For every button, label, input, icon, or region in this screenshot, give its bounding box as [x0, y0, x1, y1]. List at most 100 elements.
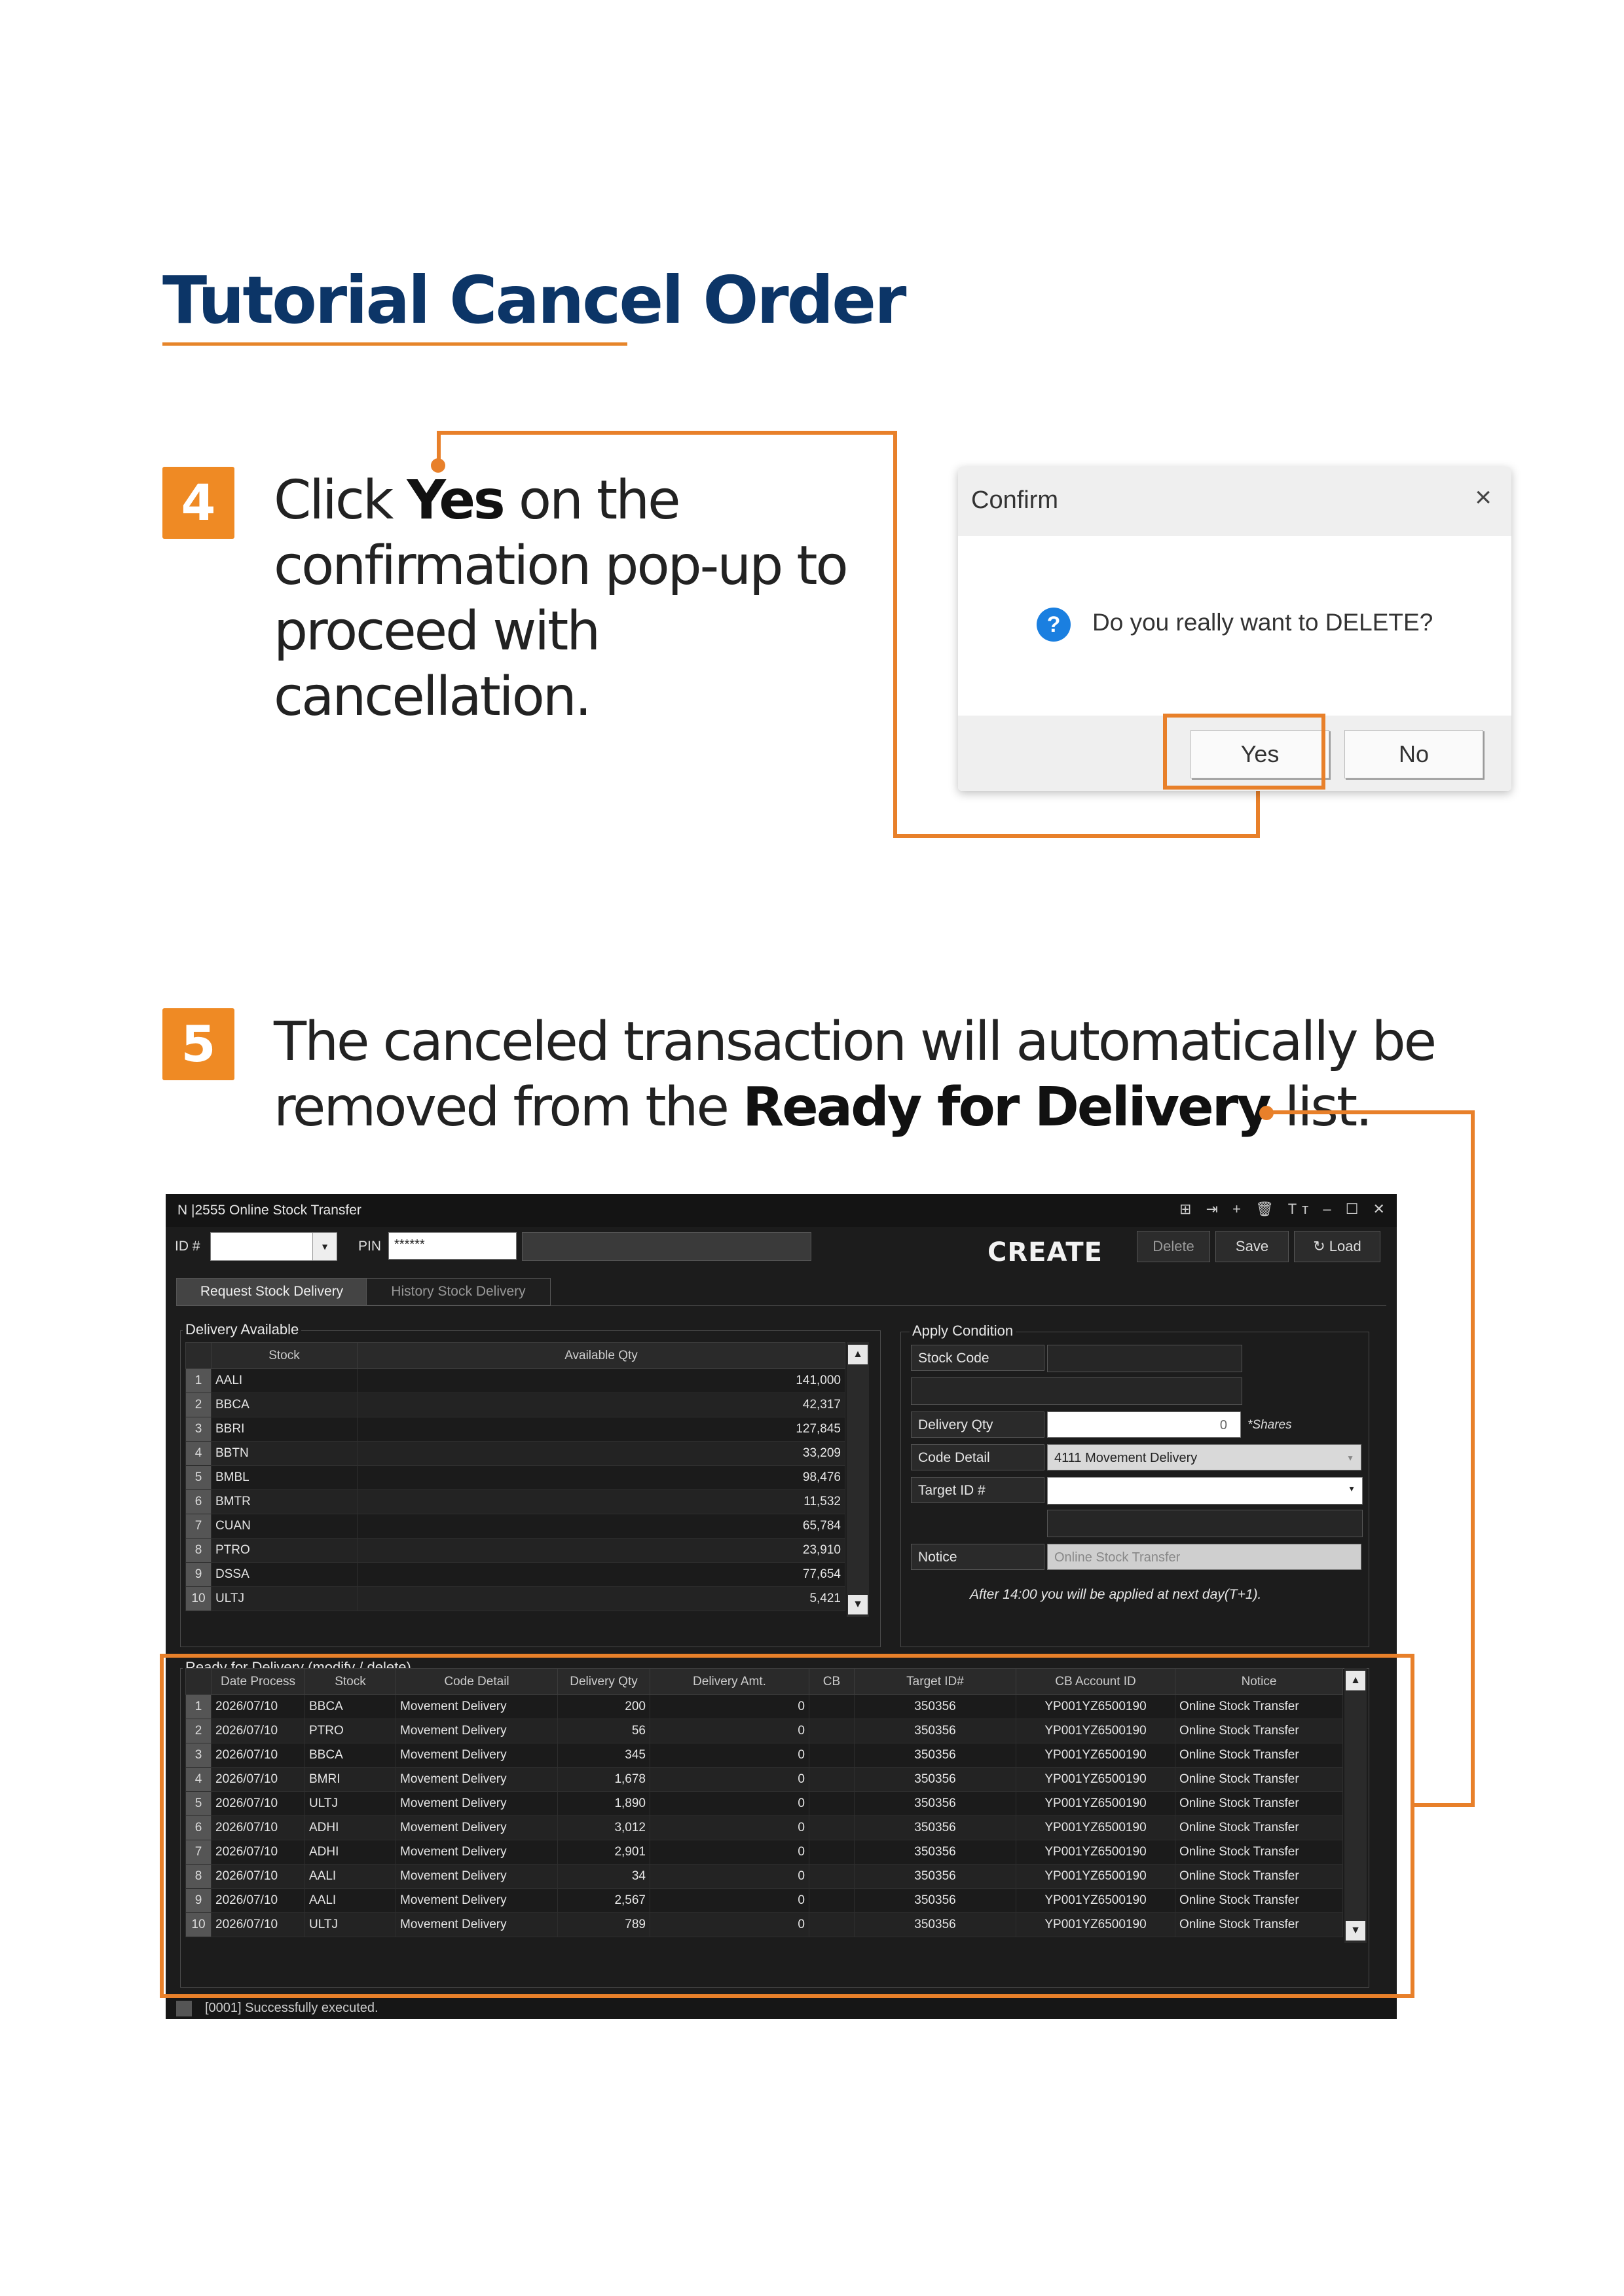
question-icon: ? [1037, 608, 1071, 642]
table-cell: 98,476 [357, 1465, 845, 1490]
no-button[interactable]: No [1344, 730, 1483, 778]
table-cell: 77,654 [357, 1562, 845, 1587]
notice-label: Notice [911, 1544, 1044, 1570]
table-cell: 11,532 [357, 1489, 845, 1514]
window-titlebar: N |2555 Online Stock Transfer ⊞ ⇥ + 🗑 Tт… [166, 1194, 1397, 1227]
dialog-header: Confirm × [958, 467, 1511, 536]
table-row[interactable]: 4 BBTN 33,209 [185, 1441, 845, 1466]
tab-history-stock-delivery[interactable]: History Stock Delivery [366, 1278, 551, 1305]
shares-unit-label: *Shares [1247, 1418, 1292, 1432]
delivery-available-title: Delivery Available [183, 1321, 302, 1338]
load-button[interactable]: ↻ Load [1294, 1231, 1380, 1262]
id-select[interactable]: ▼ [210, 1232, 337, 1261]
target-id-name-field [1047, 1510, 1363, 1537]
yes-highlight [1163, 714, 1325, 790]
cutoff-note: After 14:00 you will be applied at next … [970, 1587, 1262, 1602]
table-row[interactable]: 5 BMBL 98,476 [185, 1465, 845, 1490]
table-row[interactable]: 9 DSSA 77,654 [185, 1562, 845, 1587]
window-controls-icon[interactable]: ⊞ ⇥ + 🗑 Tт – ☐ ✕ [1179, 1201, 1390, 1218]
table-cell: 5,421 [357, 1586, 845, 1611]
delivery-qty-input[interactable]: 0 [1047, 1412, 1241, 1438]
table-row[interactable]: 1 AALI 141,000 [185, 1368, 845, 1393]
step-5-badge: 5 [162, 1008, 234, 1080]
row-number: 9 [185, 1562, 212, 1587]
status-icon [176, 2001, 192, 2016]
table-cell: ULTJ [211, 1586, 358, 1611]
table-cell: BBTN [211, 1441, 358, 1466]
notice-input[interactable]: Online Stock Transfer [1047, 1544, 1361, 1570]
stock-code-input[interactable] [1047, 1345, 1242, 1372]
table-cell: 23,910 [357, 1538, 845, 1563]
scroll-up-icon[interactable]: ▲ [848, 1345, 868, 1364]
chevron-down-icon[interactable]: ▼ [1348, 1484, 1356, 1493]
window-title: N |2555 Online Stock Transfer [177, 1203, 361, 1218]
table-cell: 42,317 [357, 1393, 845, 1417]
table-cell: CUAN [211, 1514, 358, 1539]
title-underline [162, 342, 627, 346]
stock-code-label: Stock Code [911, 1345, 1044, 1371]
chevron-down-icon[interactable]: ▼ [312, 1233, 337, 1260]
target-id-select[interactable]: ▼ [1047, 1477, 1363, 1504]
column-header: Stock [211, 1342, 358, 1369]
code-detail-label: Code Detail [911, 1444, 1044, 1470]
tab-request-stock-delivery[interactable]: Request Stock Delivery [176, 1278, 367, 1305]
table-cell: 33,209 [357, 1441, 845, 1466]
dialog-title: Confirm [971, 486, 1059, 514]
pin-extra-field [522, 1232, 811, 1261]
ready-for-delivery-highlight [160, 1654, 1414, 1998]
table-row[interactable]: 6 BMTR 11,532 [185, 1489, 845, 1514]
table-cell: BBCA [211, 1393, 358, 1417]
step-5-text: The canceled transaction will automatica… [274, 1011, 1437, 1139]
code-detail-select[interactable]: 4111 Movement Delivery ▼ [1047, 1444, 1361, 1470]
connector-line [893, 834, 1260, 838]
scroll-down-icon[interactable]: ▼ [848, 1595, 868, 1614]
table-cell: PTRO [211, 1538, 358, 1563]
column-header: Available Qty [357, 1342, 845, 1369]
table-row[interactable]: 2 BBCA 42,317 [185, 1393, 845, 1417]
row-number: 4 [185, 1441, 212, 1466]
row-number: 8 [185, 1538, 212, 1563]
row-number: 5 [185, 1465, 212, 1490]
row-number: 7 [185, 1514, 212, 1539]
mode-label: CREATE [987, 1237, 1103, 1267]
stock-name-field [911, 1377, 1242, 1405]
table-cell: 65,784 [357, 1514, 845, 1539]
connector-line [1471, 1110, 1475, 1807]
table-row[interactable]: 3 BBRI 127,845 [185, 1417, 845, 1442]
row-number: 1 [185, 1368, 212, 1393]
load-label: Load [1329, 1238, 1361, 1254]
page-title: Tutorial Cancel Order [162, 262, 906, 338]
refresh-icon: ↻ [1313, 1238, 1329, 1254]
target-id-label: Target ID # [911, 1477, 1044, 1503]
available-scrollbar[interactable]: ▲ ▼ [847, 1342, 869, 1617]
code-detail-value: 4111 Movement Delivery [1054, 1451, 1198, 1465]
dialog-message: Do you really want to DELETE? [1092, 609, 1433, 636]
delivery-qty-label: Delivery Qty [911, 1412, 1044, 1438]
row-number: 2 [185, 1393, 212, 1417]
row-number: 10 [185, 1586, 212, 1611]
table-row[interactable]: 7 CUAN 65,784 [185, 1514, 845, 1539]
connector-line [893, 431, 897, 838]
delete-button[interactable]: Delete [1137, 1231, 1210, 1262]
status-message: [0001] Successfully executed. [205, 2001, 378, 2015]
table-cell: 127,845 [357, 1417, 845, 1442]
row-number: 6 [185, 1489, 212, 1514]
row-number: 3 [185, 1417, 212, 1442]
table-cell: DSSA [211, 1562, 358, 1587]
save-button[interactable]: Save [1215, 1231, 1289, 1262]
close-icon[interactable]: × [1475, 481, 1492, 514]
tab-divider [176, 1305, 1386, 1306]
pin-input[interactable]: ****** [388, 1232, 517, 1260]
apply-condition-title: Apply Condition [910, 1322, 1016, 1339]
table-row[interactable]: 8 PTRO 23,910 [185, 1538, 845, 1563]
id-label: ID # [175, 1239, 200, 1254]
status-bar: [0001] Successfully executed. [166, 1998, 1397, 2019]
connector-line [1266, 1110, 1475, 1114]
table-cell: BMTR [211, 1489, 358, 1514]
row-number-header [185, 1342, 212, 1369]
table-cell: AALI [211, 1368, 358, 1393]
connector-line [1411, 1803, 1475, 1807]
table-row[interactable]: 10 ULTJ 5,421 [185, 1586, 845, 1611]
step-4-text: Click Yes on the confirmation pop-up to … [274, 469, 849, 728]
chevron-down-icon[interactable]: ▼ [1346, 1445, 1354, 1471]
